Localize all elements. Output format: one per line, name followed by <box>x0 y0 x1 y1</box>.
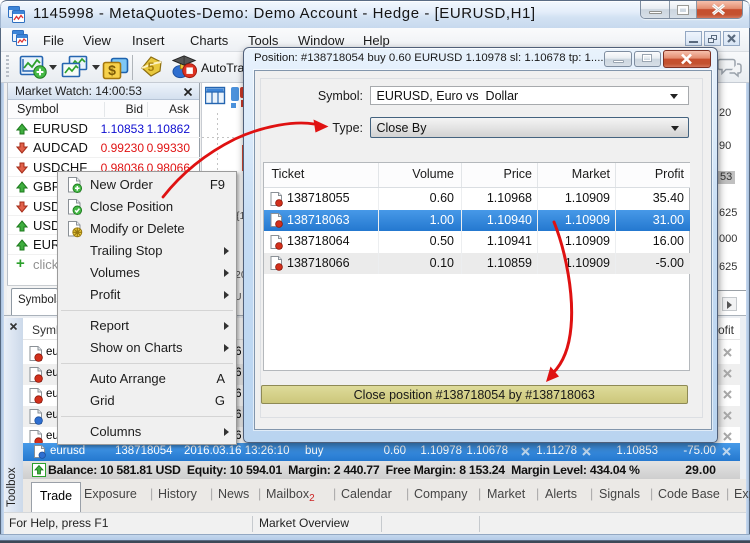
svg-text:$: $ <box>108 62 116 78</box>
svg-text:5: 5 <box>148 60 155 74</box>
